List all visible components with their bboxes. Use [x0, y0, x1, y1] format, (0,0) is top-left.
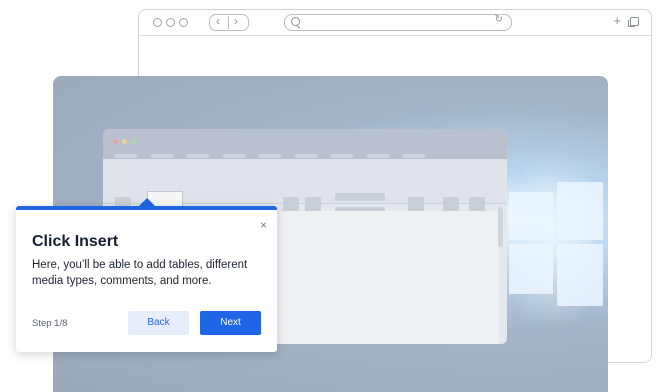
- close-icon[interactable]: ×: [260, 218, 267, 232]
- tooltip-title: Click Insert: [32, 233, 119, 250]
- address-bar: ↻: [284, 14, 512, 31]
- window-maximize-dot: [179, 18, 188, 27]
- tooltip-description: Here, you’ll be able to add tables, diff…: [32, 259, 248, 287]
- nav-buttons: ‹ ›: [209, 14, 249, 31]
- window-minimize-dot: [166, 18, 175, 27]
- word-ribbon: [103, 159, 507, 219]
- browser-toolbar: ‹ › ↻ +: [139, 10, 651, 36]
- windows-logo: [509, 178, 605, 312]
- back-arrow-icon: ‹: [216, 14, 220, 28]
- walkthrough-tooltip: × Click Insert Here, you’ll be able to a…: [16, 206, 277, 352]
- new-tab-icon: +: [613, 13, 621, 28]
- tabs-overview-icon: [628, 17, 639, 27]
- next-button[interactable]: Next: [200, 311, 261, 335]
- window-close-dot: [153, 18, 162, 27]
- reload-icon: ↻: [494, 14, 503, 25]
- step-counter: Step 1/8: [32, 318, 68, 329]
- search-icon: [291, 17, 300, 26]
- tooltip-pointer: [139, 198, 155, 206]
- forward-arrow-icon: ›: [234, 14, 238, 28]
- back-button[interactable]: Back: [128, 311, 189, 335]
